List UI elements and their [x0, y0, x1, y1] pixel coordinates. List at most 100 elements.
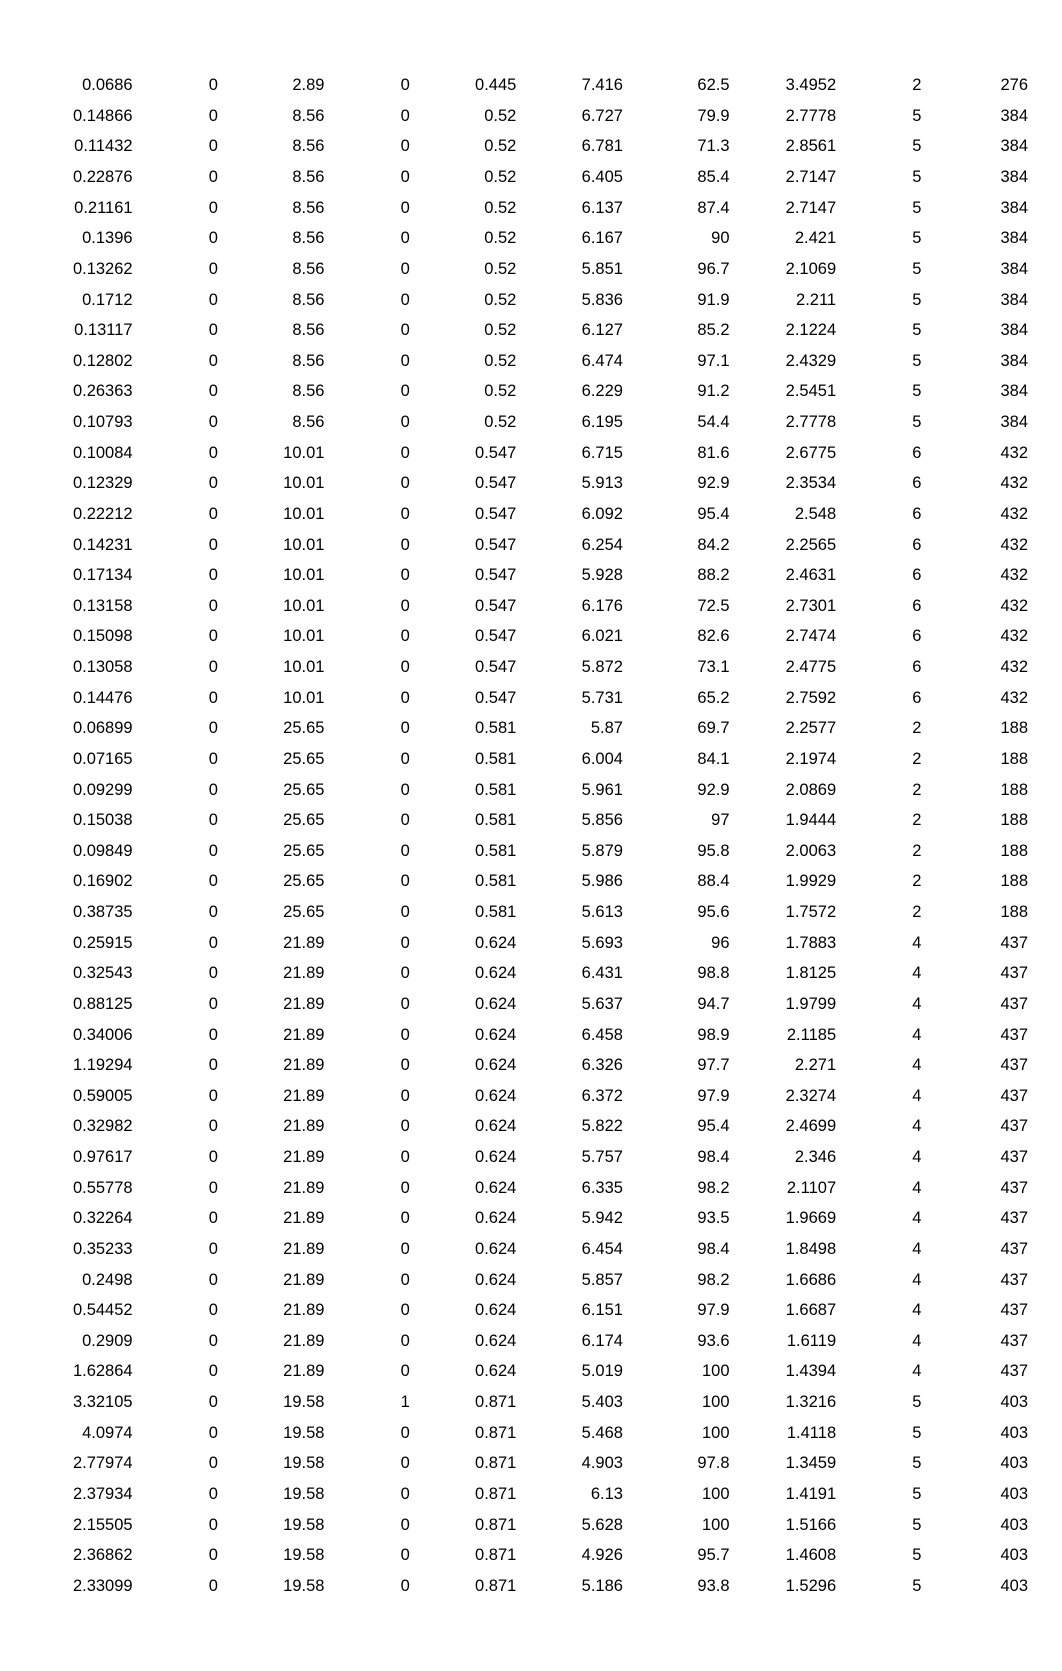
table-cell: 403: [925, 1387, 1032, 1418]
table-cell: 0.624: [414, 1111, 521, 1142]
table-cell: 1.7883: [734, 928, 841, 959]
table-cell: 4: [840, 1234, 925, 1265]
table-cell: 21.89: [222, 958, 329, 989]
table-cell: 5.942: [520, 1203, 627, 1234]
table-cell: 0: [328, 1234, 413, 1265]
table-cell: 5.613: [520, 897, 627, 928]
table-cell: 97.1: [627, 346, 734, 377]
table-cell: 2.4775: [734, 652, 841, 683]
table-cell: 5: [840, 376, 925, 407]
table-cell: 6.137: [520, 193, 627, 224]
table-cell: 0.52: [414, 101, 521, 132]
table-row: 0.13158010.0100.5476.17672.52.73016432: [30, 591, 1032, 622]
table-row: 0.97617021.8900.6245.75798.42.3464437: [30, 1142, 1032, 1173]
table-cell: 0.624: [414, 1173, 521, 1204]
table-cell: 5.822: [520, 1111, 627, 1142]
table-cell: 0.88125: [30, 989, 137, 1020]
table-cell: 0: [328, 713, 413, 744]
table-cell: 0: [137, 652, 222, 683]
table-cell: 21.89: [222, 1081, 329, 1112]
table-cell: 2.3274: [734, 1081, 841, 1112]
table-cell: 98.2: [627, 1264, 734, 1295]
table-row: 0.1079308.5600.526.19554.42.77785384: [30, 407, 1032, 438]
table-cell: 0: [137, 1418, 222, 1449]
table-cell: 21.89: [222, 1326, 329, 1357]
table-cell: 0.624: [414, 1295, 521, 1326]
table-cell: 0: [328, 284, 413, 315]
table-cell: 2.271: [734, 1050, 841, 1081]
table-row: 0.32982021.8900.6245.82295.42.46994437: [30, 1111, 1032, 1142]
table-cell: 0: [137, 1234, 222, 1265]
table-cell: 0: [328, 1418, 413, 1449]
table-cell: 0.547: [414, 621, 521, 652]
table-cell: 5: [840, 346, 925, 377]
table-cell: 0: [328, 1019, 413, 1050]
table-cell: 2.0869: [734, 774, 841, 805]
table-cell: 188: [925, 713, 1032, 744]
table-cell: 0: [137, 683, 222, 714]
table-cell: 0.871: [414, 1571, 521, 1602]
table-cell: 0: [137, 1264, 222, 1295]
table-cell: 1.8125: [734, 958, 841, 989]
table-cell: 1.9669: [734, 1203, 841, 1234]
table-cell: 0.547: [414, 683, 521, 714]
table-cell: 0.52: [414, 223, 521, 254]
table-cell: 0.12329: [30, 468, 137, 499]
table-row: 4.0974019.5800.8715.4681001.41185403: [30, 1418, 1032, 1449]
table-cell: 432: [925, 621, 1032, 652]
table-row: 2.77974019.5800.8714.90397.81.34595403: [30, 1448, 1032, 1479]
table-cell: 5.731: [520, 683, 627, 714]
table-cell: 0: [137, 1295, 222, 1326]
table-row: 0.15038025.6500.5815.856971.94442188: [30, 805, 1032, 836]
table-cell: 0: [328, 499, 413, 530]
table-cell: 5: [840, 1479, 925, 1510]
table-cell: 6.174: [520, 1326, 627, 1357]
table-cell: 432: [925, 499, 1032, 530]
table-row: 0.2636308.5600.526.22991.22.54515384: [30, 376, 1032, 407]
table-cell: 1.5166: [734, 1509, 841, 1540]
table-cell: 2.7147: [734, 162, 841, 193]
table-row: 0.22212010.0100.5476.09295.42.5486432: [30, 499, 1032, 530]
table-cell: 21.89: [222, 928, 329, 959]
table-cell: 5.637: [520, 989, 627, 1020]
table-cell: 98.9: [627, 1019, 734, 1050]
table-cell: 0.547: [414, 560, 521, 591]
table-cell: 5.928: [520, 560, 627, 591]
table-cell: 1.9444: [734, 805, 841, 836]
table-cell: 2: [840, 713, 925, 744]
table-cell: 384: [925, 407, 1032, 438]
table-cell: 6.474: [520, 346, 627, 377]
table-row: 0.38735025.6500.5815.61395.61.75722188: [30, 897, 1032, 928]
table-cell: 8.56: [222, 131, 329, 162]
table-cell: 0.09849: [30, 836, 137, 867]
table-cell: 0: [137, 866, 222, 897]
table-cell: 2.1974: [734, 744, 841, 775]
table-cell: 0.52: [414, 254, 521, 285]
table-cell: 384: [925, 346, 1032, 377]
table-row: 0.09849025.6500.5815.87995.82.00632188: [30, 836, 1032, 867]
table-cell: 8.56: [222, 376, 329, 407]
table-cell: 0: [137, 958, 222, 989]
table-cell: 0.14231: [30, 529, 137, 560]
table-cell: 0.14476: [30, 683, 137, 714]
table-cell: 8.56: [222, 284, 329, 315]
table-cell: 6.004: [520, 744, 627, 775]
table-cell: 432: [925, 468, 1032, 499]
table-cell: 0: [328, 805, 413, 836]
table-cell: 84.1: [627, 744, 734, 775]
table-cell: 0: [137, 897, 222, 928]
table-cell: 0.21161: [30, 193, 137, 224]
table-cell: 65.2: [627, 683, 734, 714]
table-cell: 188: [925, 805, 1032, 836]
table-cell: 6.13: [520, 1479, 627, 1510]
table-cell: 4: [840, 958, 925, 989]
table-row: 2.36862019.5800.8714.92695.71.46085403: [30, 1540, 1032, 1571]
table-cell: 437: [925, 928, 1032, 959]
table-cell: 2.0063: [734, 836, 841, 867]
table-cell: 2.4329: [734, 346, 841, 377]
table-cell: 6.405: [520, 162, 627, 193]
table-cell: 0.624: [414, 1050, 521, 1081]
table-cell: 92.9: [627, 774, 734, 805]
table-cell: 25.65: [222, 866, 329, 897]
table-cell: 0: [328, 621, 413, 652]
